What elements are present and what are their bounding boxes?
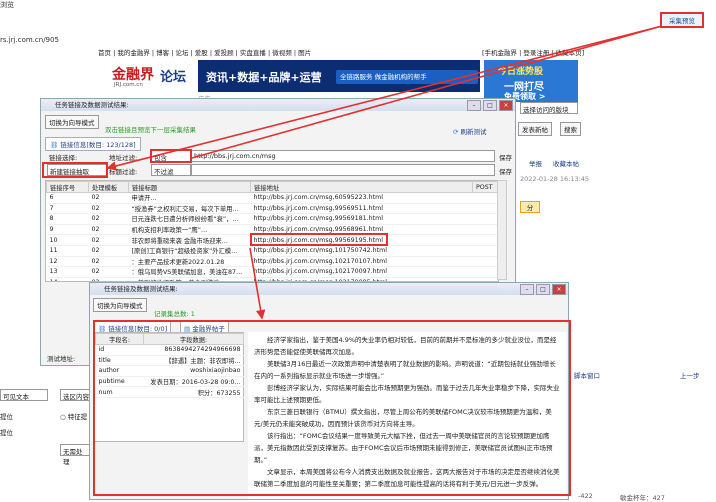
annotation-arrows — [106, 25, 663, 320]
